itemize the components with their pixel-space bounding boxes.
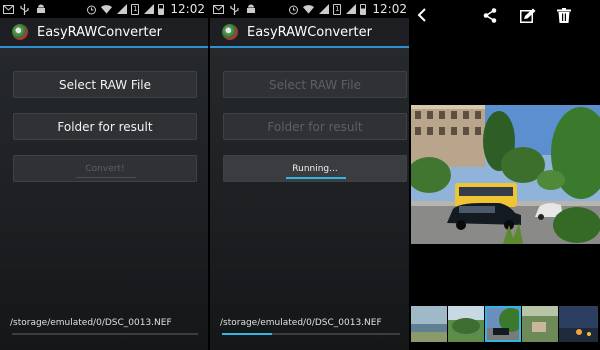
thumbnail[interactable] [411,306,447,342]
edit-icon[interactable] [520,8,536,27]
thumbnail[interactable] [559,306,598,342]
converter-screen-running: 1 12:02 EasyRAWConverter Select RAW File… [210,0,410,350]
android-icon [245,4,256,15]
usb-icon [229,3,240,15]
action-bar: EasyRAWConverter [0,18,208,48]
photo-preview[interactable] [411,105,600,244]
gallery-viewer [411,0,600,350]
convert-button-label: Convert! [85,163,125,174]
app-title: EasyRAWConverter [247,24,372,40]
android-icon [35,4,46,15]
gallery-toolbar [411,0,600,32]
file-path: /storage/emulated/0/DSC_0013.NEF [220,318,382,328]
thumbnail[interactable] [522,306,558,342]
signal-icon [143,4,154,15]
battery-icon [360,3,367,15]
progress-bar [222,333,400,335]
email-icon [213,4,224,15]
status-bar: 1 12:02 [0,0,208,18]
delete-icon[interactable] [557,8,571,27]
select-raw-file-button[interactable]: Select RAW File [13,71,197,98]
thumbnail-selected[interactable] [485,306,521,342]
status-bar: 1 12:02 [210,0,410,18]
signal-icon [116,4,127,15]
wifi-icon [303,4,315,15]
email-icon [3,4,14,15]
running-indicator [286,177,346,179]
share-icon[interactable] [483,8,497,27]
clock: 12:02 [372,2,407,16]
progress-bar [12,333,198,335]
clock: 12:02 [170,2,205,16]
usb-icon [19,3,30,15]
file-path: /storage/emulated/0/DSC_0013.NEF [10,318,172,328]
app-title: EasyRAWConverter [37,24,162,40]
wifi-icon [101,4,113,15]
app-logo-icon [222,24,238,40]
sim-icon: 1 [131,3,140,15]
app-logo-icon [12,24,28,40]
battery-icon [158,3,165,15]
alarm-icon [288,4,299,15]
progress-fill [222,333,272,335]
back-icon[interactable] [417,7,427,27]
running-button-label: Running... [292,163,338,174]
alarm-icon [86,4,97,15]
convert-button-underline [76,177,136,178]
convert-button[interactable]: Convert! [13,155,197,182]
converter-screen-idle: 1 12:02 EasyRAWConverter Select RAW File… [0,0,208,350]
thumbnail-strip [411,306,600,342]
signal-icon [318,4,329,15]
folder-for-result-button[interactable]: Folder for result [13,113,197,140]
sim-icon: 1 [333,3,342,15]
action-bar: EasyRAWConverter [210,18,410,48]
thumbnail[interactable] [448,306,484,342]
folder-for-result-button[interactable]: Folder for result [223,113,407,140]
select-raw-file-button[interactable]: Select RAW File [223,71,407,98]
signal-icon [345,4,356,15]
running-button[interactable]: Running... [223,155,407,182]
